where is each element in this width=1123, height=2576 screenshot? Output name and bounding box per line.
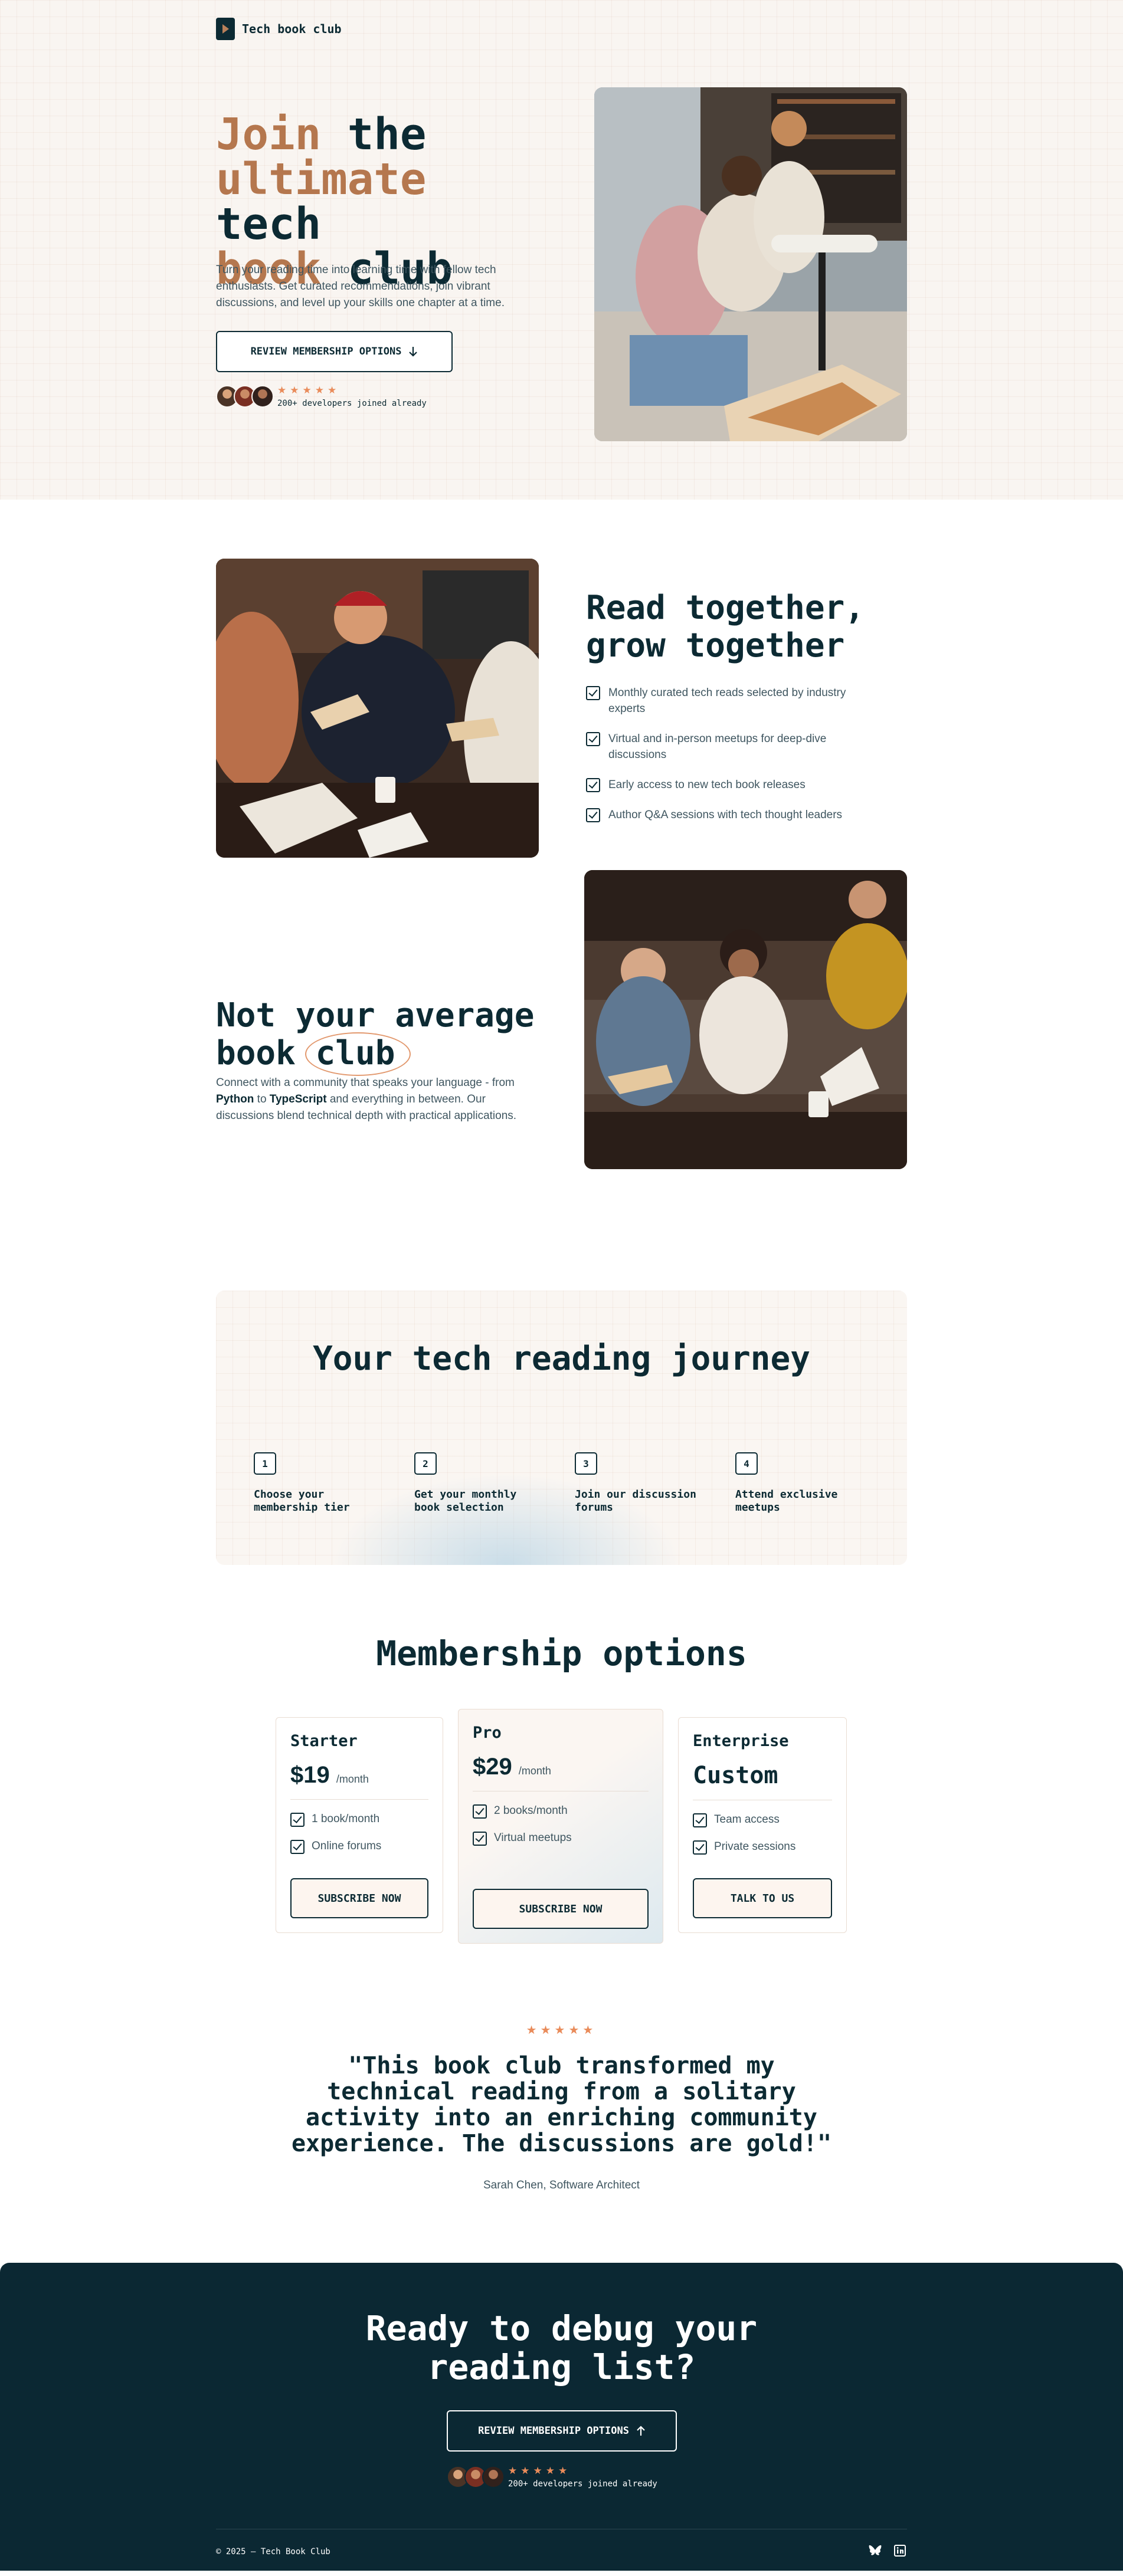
avatar [482,2466,505,2488]
subscribe-starter-button[interactable]: SUBSCRIBE NOW [290,1878,428,1918]
plan-card-enterprise: Enterprise Custom Team access Private se… [678,1717,847,1933]
journey-step: 3 Join our discussion forums [575,1452,735,1514]
rating-stars: ★★★★★ [277,385,340,396]
features-list: Monthly curated tech reads selected by i… [586,685,881,837]
social-proof: ★★★★★ 200+ developers joined already [216,385,427,408]
arrow-down-icon [409,347,418,357]
book-logo-icon [216,18,235,40]
plan-price: $19 /month [290,1762,369,1788]
community-title: Not your average book club [216,996,535,1076]
hero-section: Tech book club Join the ultimate tech bo… [0,0,1123,500]
discussion-photo [584,870,907,1169]
step-number: 2 [414,1452,437,1475]
social-proof-text: 200+ developers joined already [508,2479,657,2489]
checkbox-icon [586,808,600,822]
list-item: Virtual and in-person meetups for deep-d… [586,731,881,763]
plan-price: Custom [693,1762,778,1789]
checkbox-icon [586,686,600,700]
step-number: 4 [735,1452,758,1475]
brand-name: Tech book club [242,22,342,36]
checkbox-icon [693,1840,707,1855]
step-number: 3 [575,1452,597,1475]
testimonial-author: Sarah Chen, Software Architect [483,2179,640,2191]
social-proof-footer: ★★★★★ 200+ developers joined already [447,2465,657,2489]
member-avatars [216,385,274,408]
bluesky-icon[interactable] [868,2544,882,2558]
plan-name: Enterprise [693,1732,789,1750]
journey-steps: 1 Choose your membership tier 2 Get your… [254,1452,896,1514]
pricing-section: Membership options Starter $19 /month 1 … [216,1633,907,1968]
rating-stars: ★★★★★ [508,2465,571,2476]
checkbox-icon [473,1804,487,1819]
hero-subtitle: Turn your reading time into learning tim… [216,264,505,309]
review-membership-button-footer[interactable]: REVIEW MEMBERSHIP OPTIONS [447,2410,677,2452]
club-highlight: club [305,1032,411,1076]
step-number: 1 [254,1452,276,1475]
journey-section: Your tech reading journey 1 Choose your … [216,1291,907,1565]
footer-social-links [868,2544,907,2558]
plans: Starter $19 /month 1 book/month Online f… [216,1709,907,1968]
journey-title: Your tech reading journey [313,1340,810,1378]
arrow-up-icon [637,2426,645,2436]
rating-stars: ★★★★★ [526,2024,597,2037]
plan-feature: 1 book/month [290,1812,428,1827]
step-label: Get your monthly book selection [414,1488,517,1514]
journey-step: 1 Choose your membership tier [254,1452,414,1514]
plan-card-pro: Pro $29 /month 2 books/month Virtual mee… [458,1709,663,1944]
plan-feature: Virtual meetups [473,1830,649,1846]
plan-card-starter: Starter $19 /month 1 book/month Online f… [276,1717,443,1933]
social-proof-text: 200+ developers joined already [277,399,427,408]
checkbox-icon [290,1840,305,1854]
avatar [251,385,274,408]
step-label: Choose your membership tier [254,1488,350,1514]
hero-photo [594,87,907,441]
plan-name: Starter [290,1732,358,1750]
footer-copyright: © 2025 — Tech Book Club [216,2547,330,2557]
step-label: Attend exclusive meetups [735,1488,838,1514]
talk-to-us-button[interactable]: TALK TO US [693,1878,832,1918]
checkbox-icon [586,778,600,792]
plan-name: Pro [473,1724,502,1742]
review-membership-button[interactable]: REVIEW MEMBERSHIP OPTIONS [216,331,453,372]
step-label: Join our discussion forums [575,1488,696,1514]
list-item: Monthly curated tech reads selected by i… [586,685,881,717]
footer-cta: Ready to debug your reading list? REVIEW… [0,2263,1123,2571]
plan-price: $29 /month [473,1754,551,1780]
plan-feature: Online forums [290,1839,428,1854]
features-section: Read together, grow together Monthly cur… [216,500,907,870]
community-section: Not your average book club Connect with … [216,870,907,1291]
checkbox-icon [290,1813,305,1827]
brand-logo[interactable]: Tech book club [216,18,342,40]
cta-title: Ready to debug your reading list? [365,2308,758,2387]
subscribe-pro-button[interactable]: SUBSCRIBE NOW [473,1889,649,1929]
list-item: Early access to new tech book releases [586,777,881,793]
member-avatars [447,2466,505,2488]
linkedin-icon[interactable] [893,2544,907,2558]
checkbox-icon [693,1813,707,1827]
features-title: Read together, grow together [586,589,865,665]
plan-feature: Private sessions [693,1839,832,1855]
community-text: Connect with a community that speaks you… [216,1077,517,1122]
book-club-photo [216,559,539,858]
plan-feature: Team access [693,1812,832,1827]
checkbox-icon [586,732,600,746]
plan-feature: 2 books/month [473,1803,649,1819]
testimonial-quote: "This book club transformed my technical… [291,2052,832,2157]
pricing-title: Membership options [376,1633,747,1673]
testimonial-section: ★★★★★ "This book club transformed my tec… [216,2023,907,2192]
checkbox-icon [473,1832,487,1846]
list-item: Author Q&A sessions with tech thought le… [586,807,881,823]
journey-step: 2 Get your monthly book selection [414,1452,575,1514]
journey-step: 4 Attend exclusive meetups [735,1452,896,1514]
